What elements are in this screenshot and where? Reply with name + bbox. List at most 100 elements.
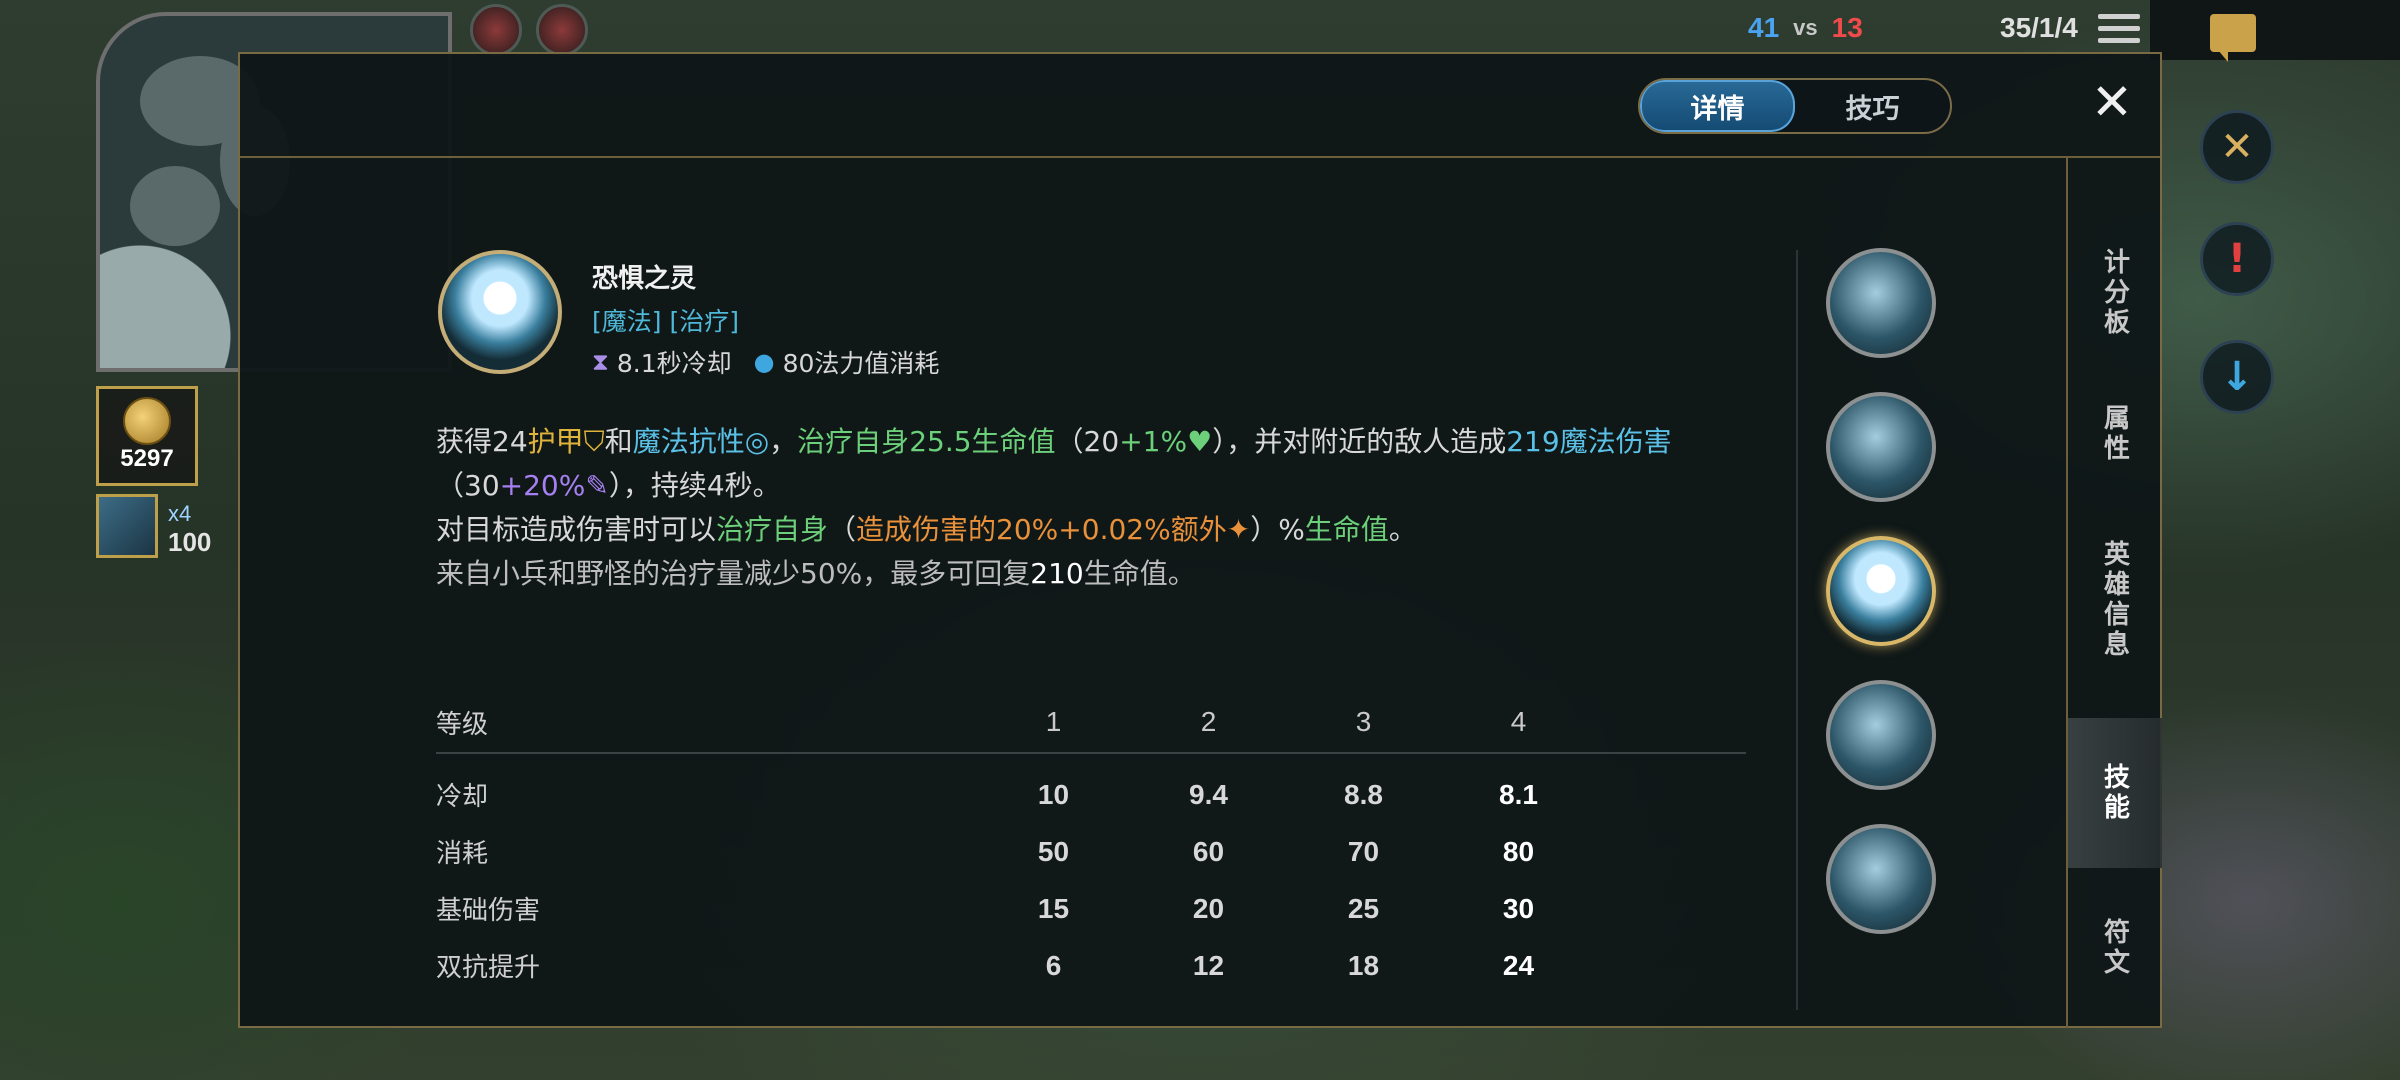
ability-stats-table: 等级 1 2 3 4 冷却 10 9.4 8.8 8.1 消耗 50 60 70… [436, 692, 1746, 994]
level-column: 1 [1045, 706, 1062, 737]
crossed-swords-icon[interactable]: ✕ [2200, 110, 2274, 184]
ability-name: 恐惧之灵 [592, 264, 697, 294]
desc-heal-self: 自身 [853, 425, 910, 458]
desc-heal-amount: 25.5生命值 [909, 425, 1056, 458]
table-cell: 24 [1502, 949, 1535, 981]
scoreboard[interactable]: 41 vs 13 [1748, 8, 1863, 48]
desc-text: ），持续4秒。 [608, 469, 781, 502]
blue-team-kills: 41 [1748, 12, 1780, 43]
tab-details[interactable]: 详情 [1640, 80, 1795, 132]
side-tabs: 计分板 属性 英雄信息 技能 符文 [2066, 158, 2162, 1028]
passive-skill-icon[interactable] [1826, 248, 1936, 358]
desc-health: 生命值 [1304, 513, 1389, 546]
table-cell: 8.1 [1499, 778, 1538, 810]
table-cell: 10 [1037, 778, 1070, 810]
tab-attributes[interactable]: 属性 [2068, 374, 2162, 494]
ability-power-icon: ✎ [585, 469, 609, 502]
desc-text: 对目标造成伤害时可以 [436, 513, 717, 546]
desc-text: 获得24 [436, 425, 528, 458]
magic-resist-icon: ◎ [744, 425, 770, 458]
tab-tips[interactable]: 技巧 [1795, 80, 1950, 132]
red-team-kills: 13 [1831, 12, 1863, 43]
row-label: 冷却 [436, 782, 489, 812]
topbar-background [2150, 0, 2400, 60]
table-cell: 25 [1347, 892, 1380, 924]
hero-portrait [536, 4, 588, 56]
ability-icon [438, 250, 562, 374]
detail-tabs: 详情 技巧 [1638, 78, 1952, 134]
desc-text: （30 [436, 469, 500, 502]
desc-magic-damage: 219魔法伤害 [1506, 425, 1672, 458]
menu-icon[interactable] [2098, 14, 2140, 50]
desc-text: ， [769, 425, 798, 458]
level-column: 3 [1355, 706, 1372, 737]
ability-cost: 80法力值消耗 [782, 349, 940, 378]
heart-icon: ♥ [1187, 425, 1213, 458]
desc-ap-ratio: +20% [499, 469, 586, 502]
w-skill-icon[interactable] [1826, 536, 1936, 646]
ping-alert-icon[interactable]: ! [2200, 222, 2274, 296]
desc-heal-self: 治疗自身 [716, 513, 829, 546]
desc-max-heal: 210 [1030, 557, 1084, 590]
item-slot[interactable] [96, 494, 158, 558]
table-cell: 9.4 [1189, 778, 1228, 810]
vs-label: vs [1793, 15, 1818, 40]
ability-detail-dialog: 详情 技巧 ✕ 恐惧之灵 [魔法] [治疗] ⧗ 8.1秒冷却 ● 80法力值消… [238, 52, 2162, 1028]
table-cell: 30 [1502, 892, 1535, 924]
mana-drop-icon: ● [753, 348, 775, 376]
table-cell: 50 [1037, 835, 1070, 867]
table-cell: 20 [1192, 892, 1225, 924]
level-column: 2 [1200, 706, 1217, 737]
column-divider [1796, 250, 1798, 1010]
ability-meta: ⧗ 8.1秒冷却 ● 80法力值消耗 [592, 344, 939, 380]
ability-tags: [魔法] [治疗] [592, 307, 739, 336]
table-row: 消耗 50 60 70 80 [436, 823, 1746, 880]
e-skill-icon[interactable] [1826, 680, 1936, 790]
desc-text: 生命值。 [1083, 557, 1196, 590]
table-row: 冷却 10 9.4 8.8 8.1 [436, 766, 1746, 823]
desc-text: （ [828, 513, 857, 546]
hourglass-icon: ⧗ [592, 348, 609, 376]
desc-magic-resist: 魔法抗性 [632, 425, 745, 458]
table-cell: 8.8 [1344, 778, 1383, 810]
table-row: 双抗提升 6 12 18 24 [436, 937, 1746, 994]
chat-icon[interactable] [2210, 14, 2256, 62]
table-row: 基础伤害 15 20 25 30 [436, 880, 1746, 937]
desc-text: 来自小兵和野怪的治疗量减少50%，最多可回复 [436, 557, 1031, 590]
dialog-header: 详情 技巧 ✕ [240, 54, 2160, 158]
level-column: 4 [1510, 706, 1527, 737]
desc-bonus-ad: +0.02%额外 [1058, 513, 1227, 546]
item-stack-value: 100 [168, 527, 212, 557]
ability-description: 获得24护甲⛉和魔法抗性◎，治疗自身25.5生命值（20+1%♥），并对附近的敌… [436, 420, 1766, 596]
gold-counter[interactable]: 5297 [96, 386, 198, 486]
level-header: 等级 [436, 709, 489, 740]
row-label: 基础伤害 [436, 896, 541, 926]
table-header: 等级 1 2 3 4 [436, 692, 1746, 754]
tab-runes[interactable]: 符文 [2068, 888, 2162, 1008]
row-label: 消耗 [436, 839, 489, 869]
gold-amount: 5297 [120, 445, 174, 472]
table-cell: 18 [1347, 949, 1380, 981]
player-kda: 35/1/4 [2000, 12, 2078, 43]
table-cell: 70 [1347, 835, 1380, 867]
arrow-down-icon[interactable]: ↓ [2200, 340, 2274, 414]
description-line-1: 获得24护甲⛉和魔法抗性◎，治疗自身25.5生命值（20+1%♥），并对附近的敌… [436, 420, 1766, 464]
close-icon[interactable]: ✕ [2088, 77, 2136, 128]
tab-hero-info[interactable]: 英雄信息 [2068, 500, 2162, 700]
tab-scoreboard[interactable]: 计分板 [2068, 218, 2162, 368]
hero-portrait [470, 4, 522, 56]
desc-text: 。 [1388, 513, 1417, 546]
coin-icon [123, 397, 171, 445]
ability-cooldown: 8.1秒冷却 [616, 349, 732, 378]
item-stack-count: x4 [168, 501, 192, 526]
table-cell: 80 [1502, 835, 1535, 867]
r-skill-icon[interactable] [1826, 824, 1936, 934]
table-cell: 15 [1037, 892, 1070, 924]
table-cell: 12 [1192, 949, 1225, 981]
q-skill-icon[interactable] [1826, 392, 1936, 502]
description-line-3: 对目标造成伤害时可以治疗自身（造成伤害的20%+0.02%额外✦）%生命值。 [436, 508, 1766, 552]
attack-damage-icon: ✦ [1226, 513, 1251, 546]
tab-skills[interactable]: 技能 [2068, 718, 2162, 868]
desc-text: （20 [1055, 425, 1120, 458]
shield-icon: ⛉ [583, 425, 605, 458]
